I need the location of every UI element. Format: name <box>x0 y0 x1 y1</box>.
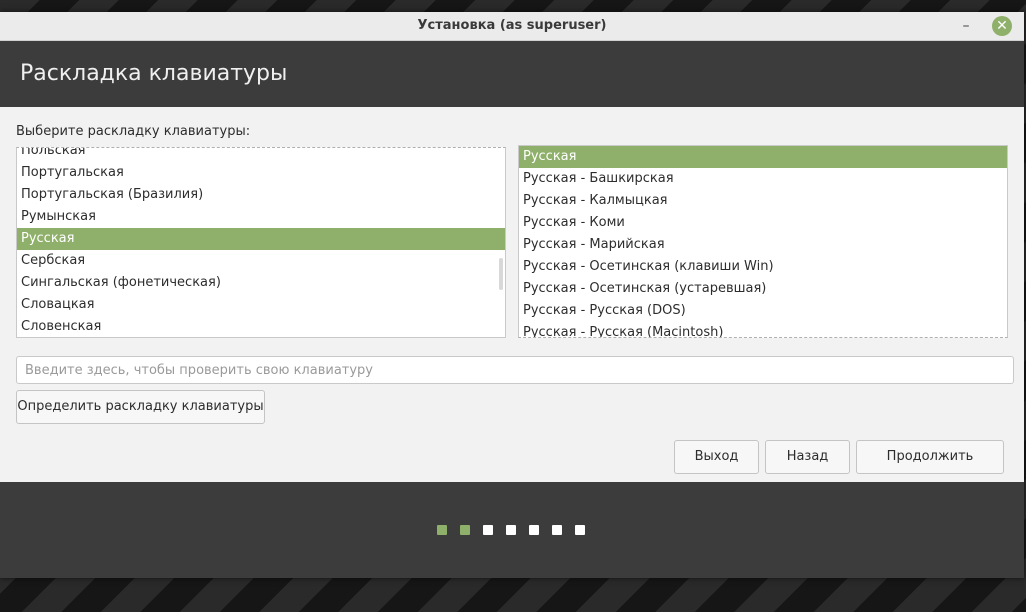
continue-button[interactable]: Продолжить <box>856 440 1004 474</box>
progress-dot <box>529 525 539 535</box>
variant-list-item[interactable]: Русская - Коми <box>519 212 1007 234</box>
close-icon[interactable]: ✕ <box>992 16 1012 36</box>
progress-dot <box>506 525 516 535</box>
progress-dot <box>483 525 493 535</box>
progress-footer <box>0 482 1024 578</box>
variant-list-item[interactable]: Русская - Русская (Macintosh) <box>519 322 1007 337</box>
layout-prompt-label: Выберите раскладку клавиатуры: <box>16 124 251 139</box>
layout-list-item[interactable]: Русская <box>17 228 505 250</box>
progress-dot <box>552 525 562 535</box>
keyboard-test-input[interactable] <box>16 356 1014 384</box>
variant-list-item[interactable]: Русская - Калмыцкая <box>519 190 1007 212</box>
layout-list[interactable]: Польская Португальская Португальская (Браз… <box>16 147 506 338</box>
variant-list[interactable]: Русская Русская - Башкирская Русская - Кал… <box>518 145 1008 338</box>
installer-window: Установка (as superuser) – ✕ Раскладка к… <box>0 12 1024 578</box>
variant-list-item[interactable]: Русская - Русская (DOS) <box>519 300 1007 322</box>
back-button[interactable]: Назад <box>765 440 850 474</box>
main-content: Выберите раскладку клавиатуры: Польская П… <box>0 107 1024 482</box>
variant-list-item[interactable]: Русская - Осетинская (устаревшая) <box>519 278 1007 300</box>
page-title: Раскладка клавиатуры <box>20 61 288 86</box>
layout-list-item[interactable]: Польская <box>17 148 505 162</box>
detect-layout-button[interactable]: Определить раскладку клавиатуры <box>16 390 265 424</box>
variant-list-item[interactable]: Русская - Башкирская <box>519 168 1007 190</box>
quit-button[interactable]: Выход <box>674 440 759 474</box>
layout-list-item[interactable]: Сингальская (фонетическая) <box>17 272 505 294</box>
layout-list-item[interactable]: Португальская (Бразилия) <box>17 184 505 206</box>
variant-list-item[interactable]: Русская - Осетинская (клавиши Win) <box>519 256 1007 278</box>
variant-list-item[interactable]: Русская <box>519 146 1007 168</box>
page-header: Раскладка клавиатуры <box>0 41 1024 107</box>
window-title: Установка (as superuser) <box>417 18 607 33</box>
layout-list-item[interactable]: Румынская <box>17 206 505 228</box>
minimize-icon[interactable]: – <box>956 16 976 36</box>
progress-dot-completed <box>437 525 447 535</box>
layout-list-item[interactable]: Словенская <box>17 316 505 337</box>
layout-list-item[interactable]: Словацкая <box>17 294 505 316</box>
title-bar[interactable]: Установка (as superuser) – ✕ <box>0 12 1024 41</box>
layout-list-item[interactable]: Португальская <box>17 162 505 184</box>
progress-dot <box>575 525 585 535</box>
variant-list-item[interactable]: Русская - Марийская <box>519 234 1007 256</box>
layout-list-scrollbar[interactable] <box>499 258 503 290</box>
layout-list-item[interactable]: Сербская <box>17 250 505 272</box>
progress-dot-completed <box>460 525 470 535</box>
